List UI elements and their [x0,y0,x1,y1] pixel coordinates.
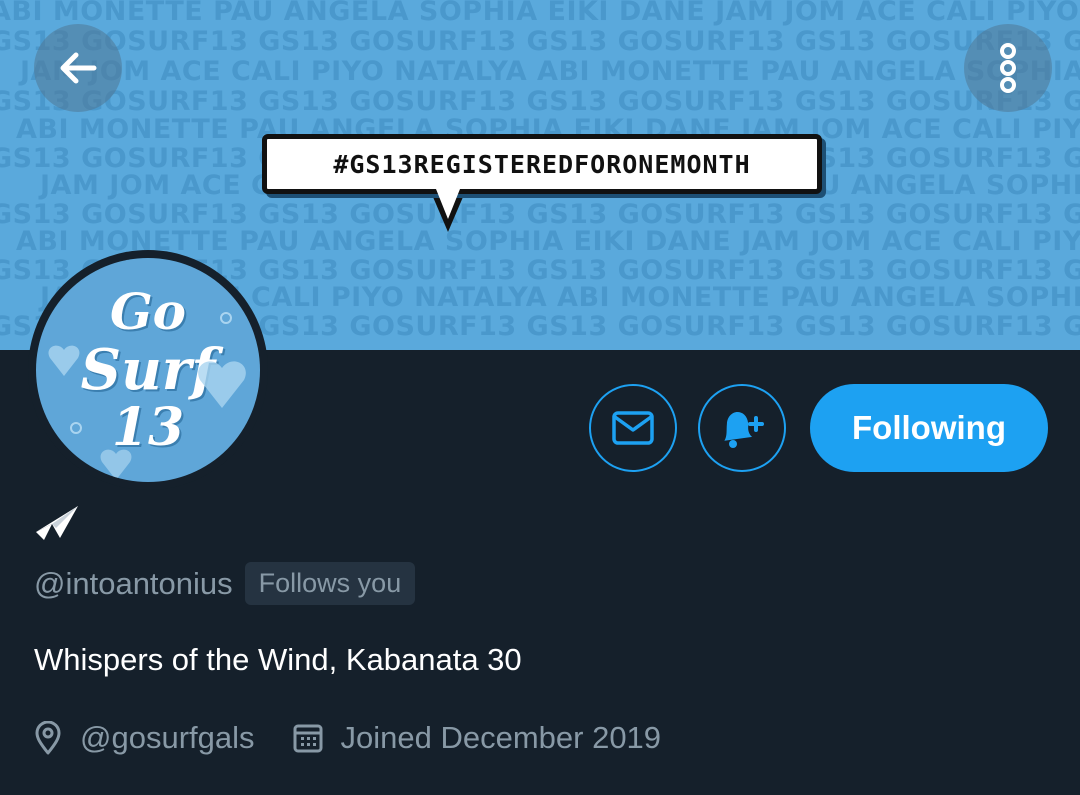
avatar-image: Go Surf 13 [36,258,260,482]
handle-row: @intoantonius Follows you [34,562,416,605]
location-text[interactable]: @gosurfgals [80,720,255,756]
following-button[interactable]: Following [810,384,1048,472]
back-button[interactable] [34,24,122,112]
banner-pattern-line: ABI MONETTE PAU ANGELA SOPHIA EIKI DANE … [16,226,1080,257]
hashtag-speech-bubble: #GS13REGISTEREDFORONEMONTH [262,134,822,194]
bell-plus-icon [724,412,764,448]
avatar-decoration [48,312,246,480]
more-vertical-icon [1000,43,1016,93]
banner-pattern-line: JAM JOM ACE CALI PIYO NATALYA ABI MONETT… [20,56,1080,87]
message-button[interactable] [589,384,677,472]
location-pin-icon [35,721,61,755]
banner-pattern-line: GS13 GOSURF13 GS13 GOSURF13 GS13 GOSURF1… [0,199,1080,230]
hashtag-text: #GS13REGISTEREDFORONEMONTH [333,149,751,179]
notifications-button[interactable] [698,384,786,472]
envelope-icon [612,411,654,445]
joined-item: Joined December 2019 [293,720,662,756]
follows-you-badge: Follows you [244,562,416,605]
following-label: Following [852,409,1006,446]
banner-pattern-line: GS13 GOSURF13 GS13 GOSURF13 GS13 GOSURF1… [0,86,1080,117]
joined-date: Joined December 2019 [340,720,662,755]
profile-handle: @intoantonius [34,565,233,601]
calendar-icon [293,724,322,753]
location-item: @gosurfgals [34,720,255,756]
banner-pattern-line: ABI MONETTE PAU ANGELA SOPHIA EIKI DANE … [0,0,1080,27]
profile-meta: @gosurfgals Joined December 2019 [34,720,661,756]
avatar[interactable]: Go Surf 13 [28,250,268,490]
profile-bio: Whispers of the Wind, Kabanata 30 [34,642,522,677]
speech-bubble-tail-fill [436,189,460,219]
paper-plane-icon [36,506,78,540]
arrow-left-icon [60,52,97,84]
banner-pattern-line: GS13 GOSURF13 GS13 GOSURF13 GS13 GOSURF1… [0,26,1080,57]
more-options-button[interactable] [964,24,1052,112]
